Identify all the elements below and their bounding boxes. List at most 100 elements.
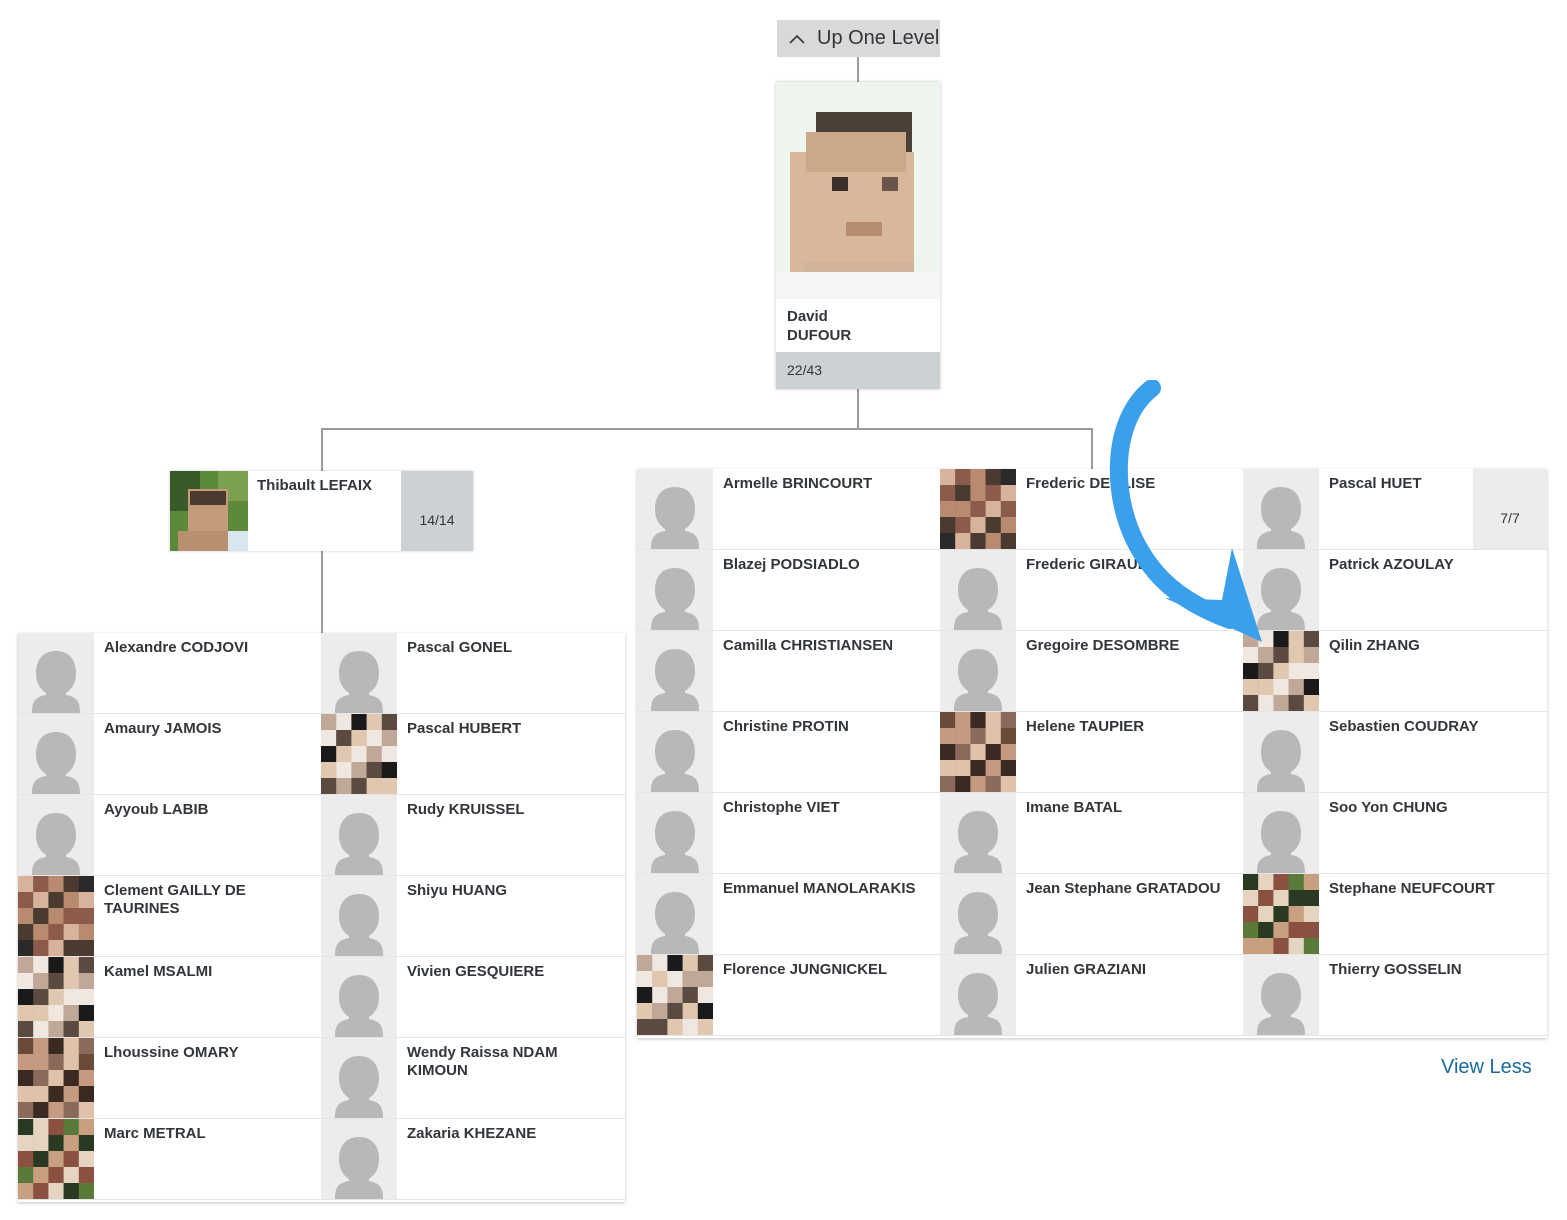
employee-name: Wendy Raissa NDAM KIMOUN: [407, 1044, 558, 1079]
top-manager-card[interactable]: David DUFOUR 22/43: [776, 82, 940, 389]
employee-name: Emmanuel MANOLARAKIS: [723, 880, 916, 897]
employee-card-marc-metral[interactable]: Marc METRAL: [18, 1119, 321, 1200]
employee-card-emmanuel-manolarakis[interactable]: Emmanuel MANOLARAKIS: [637, 874, 940, 955]
employee-card-imane-batal[interactable]: Imane BATAL: [940, 793, 1243, 874]
employee-card-sebastien-coudray[interactable]: Sebastien COUDRAY: [1243, 712, 1547, 793]
employee-name: Julien GRAZIANI: [1026, 961, 1147, 978]
employee-card-ayyoub-labib[interactable]: Ayyoub LABIB: [18, 795, 321, 876]
manager-card[interactable]: Thibault LEFAIX 14/14: [170, 471, 473, 551]
employee-card-soo-yon-chung[interactable]: Soo Yon CHUNG: [1243, 793, 1547, 874]
employee-card-thierry-gosselin[interactable]: Thierry GOSSELIN: [1243, 955, 1547, 1036]
employee-card-pascal-gonel[interactable]: Pascal GONEL: [321, 633, 625, 714]
person-placeholder-icon: [637, 550, 713, 630]
person-placeholder-icon: [321, 633, 397, 713]
employee-name: Sebastien COUDRAY: [1329, 718, 1479, 735]
employee-card-jean-stephane-gratadou[interactable]: Jean Stephane GRATADOU: [940, 874, 1243, 955]
person-placeholder-icon: [637, 793, 713, 873]
employee-name: Alexandre CODJOVI: [104, 639, 249, 656]
employee-card-clement-gailly-de-taurines[interactable]: Clement GAILLY DE TAURINES: [18, 876, 321, 957]
annotation-arrow-icon: [1109, 380, 1262, 642]
right-reports-grid: Armelle BRINCOURT Frederic DEGLISE Pascal …: [637, 469, 1547, 1038]
chevron-up-icon: [777, 34, 817, 44]
employee-card-rudy-kruissel[interactable]: Rudy KRUISSEL: [321, 795, 625, 876]
employee-photo: [1243, 874, 1319, 954]
person-placeholder-icon: [321, 876, 397, 956]
employee-name: Camilla CHRISTIANSEN: [723, 637, 894, 654]
employee-name: Marc METRAL: [104, 1125, 206, 1142]
employee-card-zakaria-khezane[interactable]: Zakaria KHEZANE: [321, 1119, 625, 1200]
employee-card-florence-jungnickel[interactable]: Florence JUNGNICKEL: [637, 955, 940, 1036]
top-manager-first-name: David: [787, 308, 828, 325]
top-manager-photo: [776, 82, 940, 299]
employee-name: Amaury JAMOIS: [104, 720, 222, 737]
employee-card-julien-graziani[interactable]: Julien GRAZIANI: [940, 955, 1243, 1036]
person-placeholder-icon: [637, 712, 713, 792]
connector-line: [857, 389, 859, 428]
person-placeholder-icon: [321, 795, 397, 875]
employee-name: Vivien GESQUIERE: [407, 963, 545, 980]
employee-card-blazej-podsiadlo[interactable]: Blazej PODSIADLO: [637, 550, 940, 631]
person-placeholder-icon: [18, 633, 94, 713]
employee-card-armelle-brincourt[interactable]: Armelle BRINCOURT: [637, 469, 940, 550]
employee-name: Blazej PODSIADLO: [723, 556, 860, 573]
connector-line: [1091, 428, 1093, 469]
person-placeholder-icon: [321, 1119, 397, 1199]
employee-card-vivien-gesquiere[interactable]: Vivien GESQUIERE: [321, 957, 625, 1038]
person-placeholder-icon: [940, 793, 1016, 873]
person-placeholder-icon: [321, 1038, 397, 1118]
employee-name: Helene TAUPIER: [1026, 718, 1145, 735]
person-placeholder-icon: [940, 550, 1016, 630]
employee-photo: [18, 1119, 94, 1199]
person-placeholder-icon: [940, 631, 1016, 711]
person-placeholder-icon: [1243, 955, 1319, 1035]
employee-card-wendy-raissa-ndam-kimoun[interactable]: Wendy Raissa NDAM KIMOUN: [321, 1038, 625, 1119]
view-less-link[interactable]: View Less: [1441, 1056, 1532, 1079]
person-placeholder-icon: [321, 957, 397, 1037]
up-one-level-button[interactable]: Up One Level: [777, 20, 940, 57]
employee-name: Christophe VIET: [723, 799, 840, 816]
employee-name: Florence JUNGNICKEL: [723, 961, 888, 978]
person-placeholder-icon: [637, 469, 713, 549]
employee-card-pascal-huet[interactable]: Pascal HUET 7/7: [1243, 469, 1547, 550]
person-placeholder-icon: [940, 955, 1016, 1035]
employee-name: Imane BATAL: [1026, 799, 1123, 816]
employee-card-lhoussine-omary[interactable]: Lhoussine OMARY: [18, 1038, 321, 1119]
person-placeholder-icon: [18, 795, 94, 875]
employee-name: Ayyoub LABIB: [104, 801, 209, 818]
employee-name: Shiyu HUANG: [407, 882, 508, 899]
person-placeholder-icon: [1243, 793, 1319, 873]
employee-name: Soo Yon CHUNG: [1329, 799, 1448, 816]
employee-card-shiyu-huang[interactable]: Shiyu HUANG: [321, 876, 625, 957]
person-placeholder-icon: [940, 874, 1016, 954]
employee-photo: [637, 955, 713, 1035]
employee-card-camilla-christiansen[interactable]: Camilla CHRISTIANSEN: [637, 631, 940, 712]
employee-name: Zakaria KHEZANE: [407, 1125, 537, 1142]
manager-count[interactable]: 14/14: [401, 471, 473, 551]
employee-name: Kamel MSALMI: [104, 963, 213, 980]
employee-card-patrick-azoulay[interactable]: Patrick AZOULAY: [1243, 550, 1547, 631]
employee-photo: [321, 714, 397, 794]
employee-name: Armelle BRINCOURT: [723, 475, 873, 492]
employee-card-christine-protin[interactable]: Christine PROTIN: [637, 712, 940, 793]
employee-photo: [18, 876, 94, 956]
top-manager-count[interactable]: 22/43: [776, 352, 940, 389]
employee-name: Jean Stephane GRATADOU: [1026, 880, 1221, 897]
employee-report-count[interactable]: 7/7: [1473, 469, 1547, 549]
employee-card-pascal-hubert[interactable]: Pascal HUBERT: [321, 714, 625, 795]
employee-name: Thierry GOSSELIN: [1329, 961, 1462, 978]
connector-line: [321, 551, 323, 633]
employee-name: Stephane NEUFCOURT: [1329, 880, 1495, 897]
person-placeholder-icon: [1243, 712, 1319, 792]
employee-card-qilin-zhang[interactable]: Qilin ZHANG: [1243, 631, 1547, 712]
employee-card-amaury-jamois[interactable]: Amaury JAMOIS: [18, 714, 321, 795]
employee-card-stephane-neufcourt[interactable]: Stephane NEUFCOURT: [1243, 874, 1547, 955]
employee-card-helene-taupier[interactable]: Helene TAUPIER: [940, 712, 1243, 793]
employee-name: Pascal GONEL: [407, 639, 513, 656]
employee-photo: [940, 469, 1016, 549]
employee-card-christophe-viet[interactable]: Christophe VIET: [637, 793, 940, 874]
employee-card-alexandre-codjovi[interactable]: Alexandre CODJOVI: [18, 633, 321, 714]
employee-card-kamel-msalmi[interactable]: Kamel MSALMI: [18, 957, 321, 1038]
employee-name: Patrick AZOULAY: [1329, 556, 1454, 573]
employee-name: Christine PROTIN: [723, 718, 849, 735]
manager-name: Thibault LEFAIX: [257, 477, 372, 494]
